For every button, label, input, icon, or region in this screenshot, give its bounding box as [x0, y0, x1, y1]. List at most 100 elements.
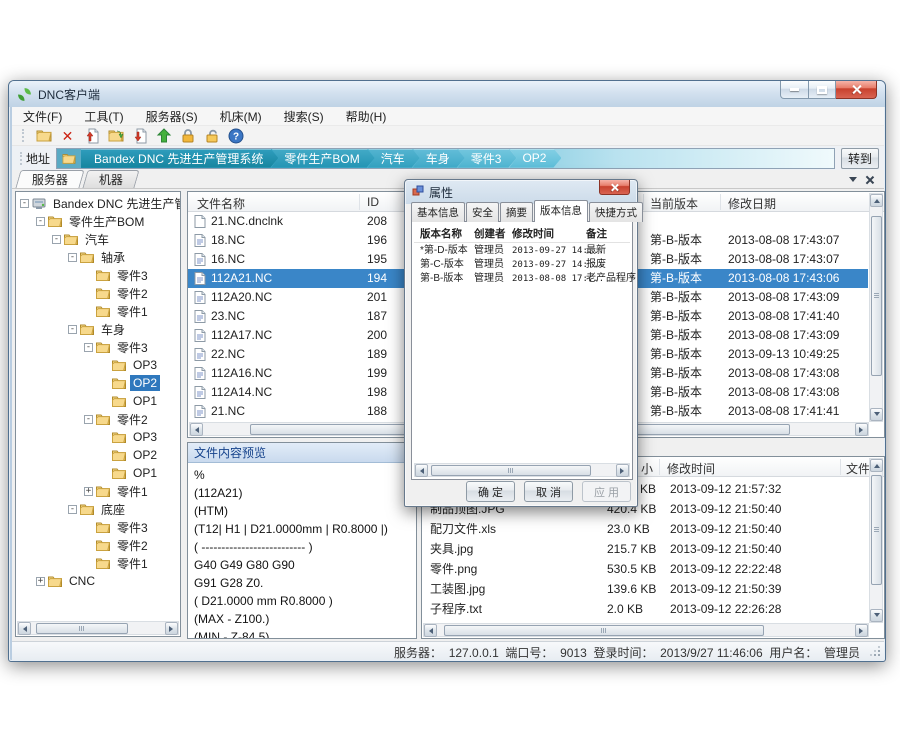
unlock-icon[interactable] — [203, 128, 220, 144]
checkout-file-icon[interactable] — [131, 128, 148, 144]
menu-item[interactable]: 机床(M) — [209, 106, 273, 127]
tree-item[interactable]: - 底座 — [16, 500, 180, 518]
tree-item[interactable]: - 零件生产BOM — [16, 212, 180, 230]
close-pane-icon[interactable] — [865, 175, 874, 184]
version-column-mtime[interactable]: 修改时间 — [512, 226, 554, 241]
breadcrumb-item[interactable]: OP2 — [509, 149, 561, 168]
maximize-button[interactable] — [809, 81, 836, 99]
tree-item[interactable]: 零件3 — [16, 518, 180, 536]
tree-item[interactable]: - 车身 — [16, 320, 180, 338]
dialog-tab[interactable]: 版本信息 — [534, 200, 588, 222]
file-list-vscrollbar[interactable] — [869, 193, 883, 422]
tree-expander[interactable]: - — [84, 343, 93, 352]
version-row[interactable]: *第-D-版本 管理员 2013-09-27 14:... 最新 — [412, 244, 632, 258]
view-tab[interactable]: 机器 — [82, 170, 139, 188]
version-column-creator[interactable]: 创建者 — [474, 226, 506, 241]
tree-item[interactable]: - 零件2 — [16, 410, 180, 428]
view-tab[interactable]: 服务器 — [15, 170, 84, 188]
attachment-hscrollbar[interactable] — [423, 623, 869, 637]
open-folder-icon[interactable] — [107, 128, 124, 144]
version-row[interactable]: 第-C-版本 管理员 2013-09-27 14:... 报废 — [412, 258, 632, 272]
tree-item[interactable]: - Bandex DNC 先进生产管理系统 — [16, 194, 180, 212]
close-button[interactable] — [836, 81, 877, 99]
help-icon[interactable]: ? — [227, 128, 244, 144]
tree-expander[interactable]: - — [68, 325, 77, 334]
tree-item[interactable]: - 汽车 — [16, 230, 180, 248]
menu-item[interactable]: 服务器(S) — [135, 106, 209, 127]
delete-icon[interactable]: ✕ — [59, 128, 76, 144]
tree-hscroll-thumb[interactable] — [36, 623, 128, 634]
lock-icon[interactable] — [179, 128, 196, 144]
tree-expander[interactable]: - — [84, 415, 93, 424]
tree-expander[interactable]: - — [36, 217, 45, 226]
dialog-button[interactable]: 取 消 — [524, 481, 573, 502]
tree-expander[interactable]: + — [84, 487, 93, 496]
tree-expander[interactable]: - — [68, 505, 77, 514]
tree-item[interactable]: OP3 — [16, 428, 180, 446]
tree-item[interactable]: - 轴承 — [16, 248, 180, 266]
attachment-row[interactable]: 子程序.txt 2.0 KB 2013-09-12 22:26:28 — [422, 599, 868, 619]
toolbar-grip[interactable] — [22, 129, 25, 142]
version-row[interactable]: 第-B-版本 管理员 2013-08-08 17:... 老产品程序 — [412, 272, 632, 286]
breadcrumb-item[interactable]: 零件生产BOM — [271, 149, 374, 168]
checkin-file-icon[interactable] — [83, 128, 100, 144]
attachment-vscrollbar[interactable] — [869, 458, 883, 623]
dialog-hscroll-thumb[interactable] — [431, 465, 591, 476]
tree-item[interactable]: - 零件3 — [16, 338, 180, 356]
tree-item[interactable]: 零件1 — [16, 302, 180, 320]
tree-item[interactable]: OP1 — [16, 392, 180, 410]
tree-item[interactable]: 零件3 — [16, 266, 180, 284]
version-column-note[interactable]: 备注 — [586, 226, 607, 241]
tree-item[interactable]: 零件1 — [16, 554, 180, 572]
dialog-button[interactable]: 应 用 — [582, 481, 631, 502]
attachment-vscroll-thumb[interactable] — [871, 475, 882, 585]
attachment-row[interactable]: 配刀文件.xls 23.0 KB 2013-09-12 21:50:40 — [422, 519, 868, 539]
tree-expander[interactable]: + — [36, 577, 45, 586]
addressbar-grip[interactable] — [20, 152, 23, 165]
breadcrumb-item[interactable]: 零件3 — [458, 149, 517, 168]
tree-item[interactable]: OP1 — [16, 464, 180, 482]
column-id[interactable]: ID — [367, 195, 379, 209]
tree-expander[interactable]: - — [68, 253, 77, 262]
dialog-tab[interactable]: 快捷方式 — [589, 202, 643, 222]
tree-item[interactable]: OP3 — [16, 356, 180, 374]
column-version[interactable]: 当前版本 — [650, 195, 698, 212]
column-name[interactable]: 文件名称 — [197, 195, 245, 212]
tree-item[interactable]: 零件2 — [16, 536, 180, 554]
upload-arrow-icon[interactable] — [155, 128, 172, 144]
tree-expander[interactable]: - — [52, 235, 61, 244]
tree-hscrollbar[interactable] — [17, 621, 179, 635]
menu-item[interactable]: 搜索(S) — [273, 106, 335, 127]
file-list-vscroll-thumb[interactable] — [871, 216, 882, 376]
tree-item[interactable]: + 零件1 — [16, 482, 180, 500]
breadcrumb-item[interactable]: 车身 — [413, 149, 465, 168]
column-date[interactable]: 修改日期 — [728, 195, 776, 212]
dialog-tab[interactable]: 安全 — [466, 202, 499, 222]
resize-grip-icon[interactable] — [870, 646, 880, 656]
chevron-down-icon[interactable] — [849, 177, 857, 186]
tree-expander[interactable]: - — [20, 199, 29, 208]
attachment-hscroll-thumb[interactable] — [444, 625, 764, 636]
tree-item[interactable]: + CNC — [16, 572, 180, 590]
tree-item[interactable]: OP2 — [16, 446, 180, 464]
folder-icon[interactable] — [35, 128, 52, 144]
breadcrumb-item[interactable]: 汽车 — [368, 149, 420, 168]
dialog-close-button[interactable] — [599, 180, 630, 195]
attachment-row[interactable]: 工装图.jpg 139.6 KB 2013-09-12 21:50:39 — [422, 579, 868, 599]
go-button[interactable]: 转到 — [841, 148, 879, 169]
dialog-button[interactable]: 确 定 — [466, 481, 515, 502]
column-mtime[interactable]: 修改时间 — [667, 460, 715, 477]
breadcrumb-item[interactable]: Bandex DNC 先进生产管理系统 — [81, 149, 278, 168]
window-titlebar[interactable]: DNC客户端 — [9, 81, 885, 107]
dialog-tab[interactable]: 摘要 — [500, 202, 533, 222]
tree-item[interactable]: OP2 — [16, 374, 180, 392]
version-column-name[interactable]: 版本名称 — [420, 226, 462, 241]
attachment-row[interactable]: 零件.png 530.5 KB 2013-09-12 22:22:48 — [422, 559, 868, 579]
dialog-hscrollbar[interactable] — [414, 463, 630, 477]
menu-item[interactable]: 工具(T) — [73, 106, 134, 127]
column-size[interactable]: 小 — [641, 460, 653, 477]
menu-item[interactable]: 帮助(H) — [335, 106, 398, 127]
minimize-button[interactable] — [780, 81, 809, 99]
attachment-row[interactable]: 夹具.jpg 215.7 KB 2013-09-12 21:50:40 — [422, 539, 868, 559]
dialog-titlebar[interactable]: 属性 — [405, 180, 637, 204]
